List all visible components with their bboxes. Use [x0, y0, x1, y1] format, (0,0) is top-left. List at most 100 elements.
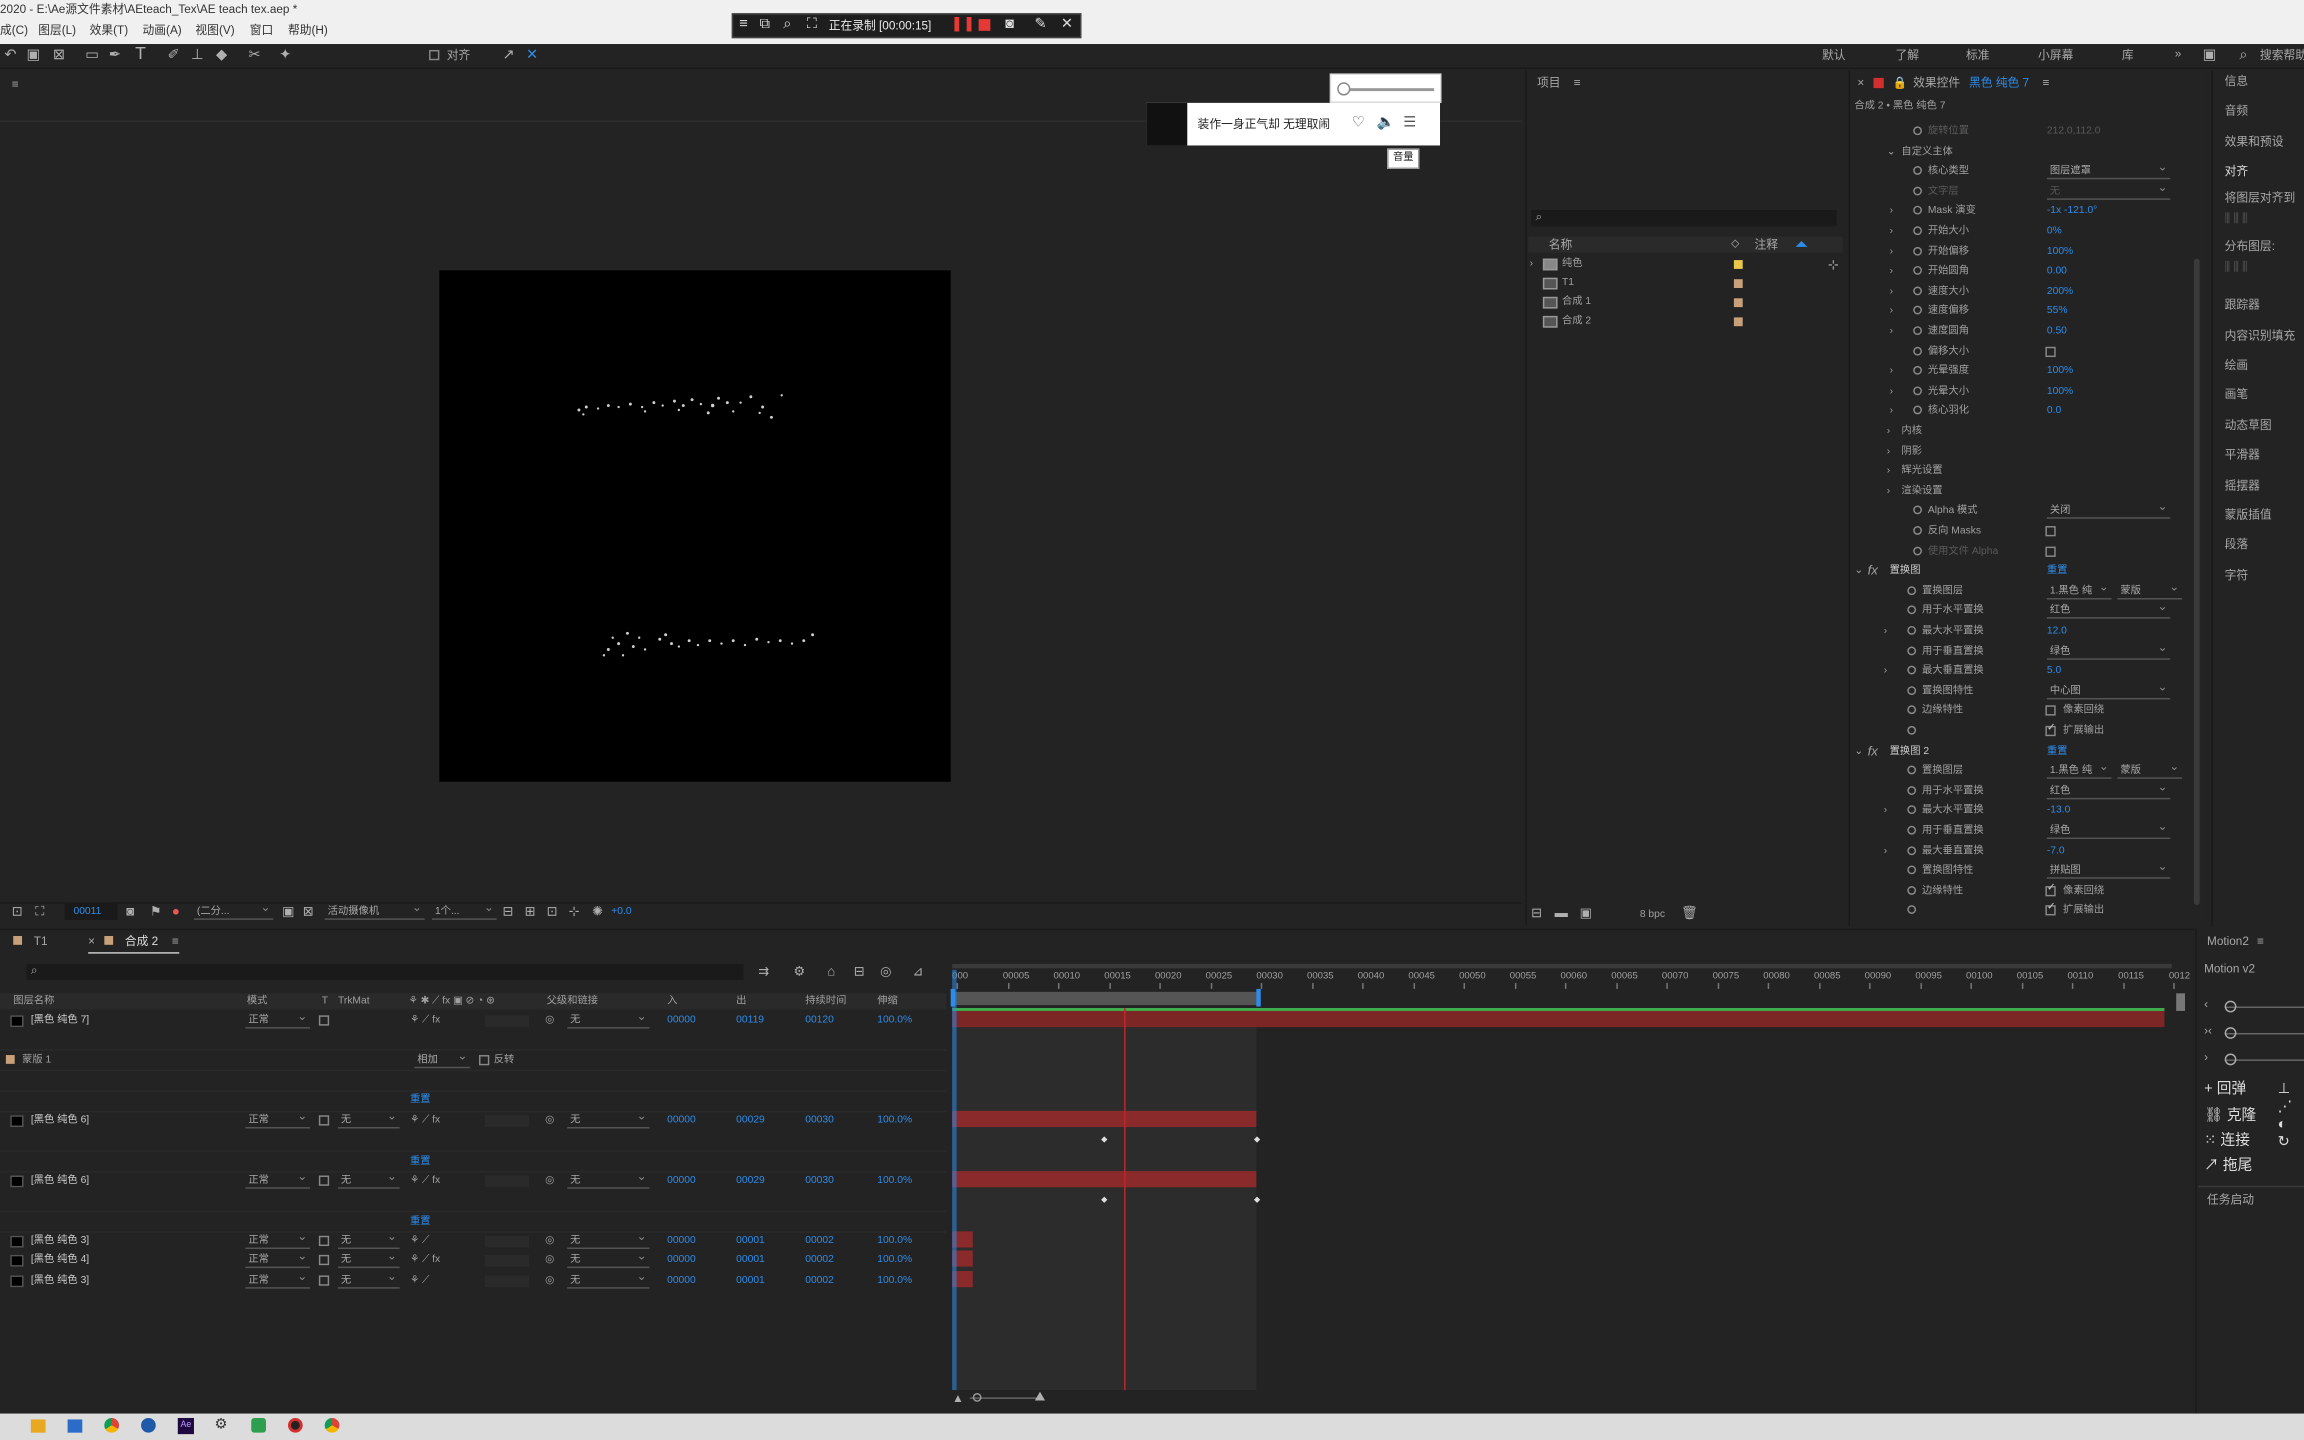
- right-panel-item[interactable]: 内容识别填充: [2225, 328, 2296, 346]
- effect-param-dropdown[interactable]: 1.黑色 纯: [2046, 580, 2112, 600]
- connect-button[interactable]: ⁙ 连接: [2204, 1133, 2250, 1151]
- views-select[interactable]: 1个...: [432, 901, 497, 920]
- file-explorer-icon[interactable]: [30, 1419, 46, 1433]
- effect-checkbox[interactable]: [2045, 526, 2056, 537]
- settings-icon[interactable]: ⚙: [215, 1417, 228, 1435]
- mask-mode[interactable]: 相加: [414, 1049, 471, 1069]
- preserve-transparency[interactable]: [318, 1235, 330, 1247]
- right-panel-item[interactable]: 摇摆器: [2225, 478, 2260, 496]
- col-trkmat[interactable]: TrkMat: [338, 993, 370, 1009]
- zoom-thumb[interactable]: [972, 1392, 982, 1402]
- expand-icon[interactable]: ›: [1890, 283, 1893, 299]
- switch-icons[interactable]: ⚘ ⟋ fx: [410, 1252, 440, 1268]
- effect-param-dropdown[interactable]: 红色: [2046, 780, 2171, 800]
- slider-thumb[interactable]: [2224, 1027, 2237, 1039]
- folder-icon[interactable]: ▬: [1555, 904, 1568, 922]
- right-panel-item[interactable]: 动态草图: [2225, 417, 2272, 435]
- right-panel-item[interactable]: 蒙版插值: [2225, 507, 2272, 525]
- slider-thumb[interactable]: [2224, 1053, 2237, 1066]
- expand-icon[interactable]: ›: [1890, 403, 1893, 419]
- frame-blend-icon[interactable]: ⊟: [854, 962, 865, 980]
- effects-title[interactable]: 效果控件: [1913, 75, 1960, 93]
- layer-stretch[interactable]: 100.0%: [877, 1233, 912, 1249]
- trkmat-select[interactable]: 无: [337, 1230, 400, 1249]
- expand-icon[interactable]: ›: [1884, 663, 1887, 679]
- volume-slider[interactable]: [1329, 73, 1442, 103]
- effect-param-dropdown[interactable]: 关闭: [2046, 500, 2171, 520]
- col-in[interactable]: 入: [667, 993, 677, 1009]
- expand-icon[interactable]: ›: [1887, 443, 1890, 459]
- bounce-button[interactable]: + 回弹: [2204, 1081, 2246, 1099]
- effect-param-dropdown[interactable]: 拼贴图: [2046, 860, 2171, 879]
- camera-tool-icon[interactable]: ▣: [26, 47, 40, 65]
- layer-in[interactable]: 00000: [667, 1173, 696, 1189]
- slider-thumb[interactable]: [2224, 1000, 2237, 1013]
- puppet-tool-icon[interactable]: ✦: [279, 47, 291, 65]
- effect-param-dropdown[interactable]: 蒙版: [2117, 760, 2183, 780]
- menu-item[interactable]: 动画(A): [143, 22, 182, 40]
- 3d-icon[interactable]: ⊡: [547, 902, 558, 920]
- reset-link[interactable]: 重置: [410, 1092, 431, 1108]
- effect-checkbox[interactable]: [2045, 705, 2056, 717]
- col-note[interactable]: 注释: [1754, 237, 1778, 255]
- menu-item[interactable]: 图层(L): [38, 22, 76, 40]
- motion-slider-3[interactable]: ›: [2204, 1051, 2304, 1066]
- stopwatch-icon[interactable]: [1907, 845, 1917, 855]
- col-layer-name[interactable]: 图层名称: [13, 993, 54, 1009]
- switch-icons[interactable]: ⚘ ⟋: [410, 1273, 429, 1289]
- record-app-icon[interactable]: [288, 1417, 303, 1433]
- effect-param-dropdown[interactable]: 绿色: [2046, 820, 2171, 840]
- menu-item[interactable]: 效果(T): [90, 22, 129, 40]
- expand-icon[interactable]: ⌄: [1887, 143, 1896, 159]
- tab-menu-icon[interactable]: ≡: [172, 933, 179, 951]
- after-effects-icon[interactable]: Ae: [177, 1417, 194, 1435]
- expand-icon[interactable]: ›: [1884, 623, 1887, 639]
- expand-icon[interactable]: ›: [1890, 383, 1893, 399]
- layer-stretch[interactable]: 100.0%: [877, 1273, 912, 1289]
- expand-icon[interactable]: ›: [1890, 363, 1893, 379]
- work-area-end[interactable]: [1256, 988, 1261, 1007]
- expand-icon[interactable]: ›: [1887, 463, 1890, 479]
- expand-icon[interactable]: ›: [1890, 263, 1893, 279]
- right-panel-item[interactable]: 绘画: [2225, 357, 2249, 375]
- expand-icon[interactable]: ›: [1887, 423, 1890, 439]
- expand-icon[interactable]: ›: [1890, 323, 1893, 339]
- effect-checkbox[interactable]: [2045, 346, 2056, 357]
- right-panel-item[interactable]: 将图层对齐到: [2225, 190, 2296, 208]
- reset-link[interactable]: 重置: [410, 1214, 431, 1230]
- lock-icon[interactable]: 🔒: [1893, 75, 1908, 93]
- menu-item[interactable]: 成(C): [0, 22, 28, 40]
- brush-tool-icon[interactable]: ✐: [168, 47, 180, 65]
- effect-param-dropdown[interactable]: 1.黑色 纯: [2046, 760, 2112, 780]
- stopwatch-icon[interactable]: [1913, 546, 1922, 555]
- camera-select[interactable]: 活动摄像机: [324, 901, 425, 920]
- layer-search[interactable]: ⌕: [26, 963, 744, 981]
- stopwatch-icon[interactable]: [1913, 246, 1922, 256]
- col-stretch[interactable]: 伸缩: [877, 993, 898, 1009]
- layer-bar[interactable]: [952, 1010, 2165, 1028]
- project-menu-icon[interactable]: ≡: [1574, 75, 1581, 93]
- layer-color[interactable]: [10, 1254, 24, 1267]
- stopwatch-icon[interactable]: [1907, 825, 1917, 835]
- col-out[interactable]: 出: [736, 993, 746, 1009]
- parent-select[interactable]: 无: [567, 1109, 650, 1129]
- workspace-standard[interactable]: 标准: [1966, 47, 1990, 65]
- parent-select[interactable]: 无: [567, 1230, 650, 1249]
- preserve-transparency[interactable]: [318, 1275, 330, 1286]
- mail-icon[interactable]: [67, 1419, 83, 1433]
- exposure-value[interactable]: +0.0: [611, 904, 631, 920]
- layer-stretch[interactable]: 100.0%: [877, 1252, 912, 1268]
- pan-tool-icon[interactable]: ⊠: [53, 47, 65, 65]
- more-workspaces-icon[interactable]: »: [2175, 46, 2182, 64]
- snap-icon[interactable]: ↗: [503, 47, 515, 65]
- right-panel-item[interactable]: 对齐: [2225, 163, 2249, 181]
- preserve-transparency[interactable]: [318, 1015, 330, 1026]
- comp-icon[interactable]: ▣: [1580, 904, 1593, 922]
- project-item[interactable]: 合成 1: [1562, 294, 1591, 310]
- layer-out[interactable]: 00119: [736, 1012, 764, 1028]
- col-parent[interactable]: 父级和链接: [547, 993, 598, 1009]
- parent-select[interactable]: 无: [567, 1009, 650, 1029]
- layer-name[interactable]: [黑色 纯色 3]: [31, 1273, 89, 1289]
- preserve-transparency[interactable]: [318, 1115, 330, 1126]
- region-icon[interactable]: ⛶: [35, 902, 44, 920]
